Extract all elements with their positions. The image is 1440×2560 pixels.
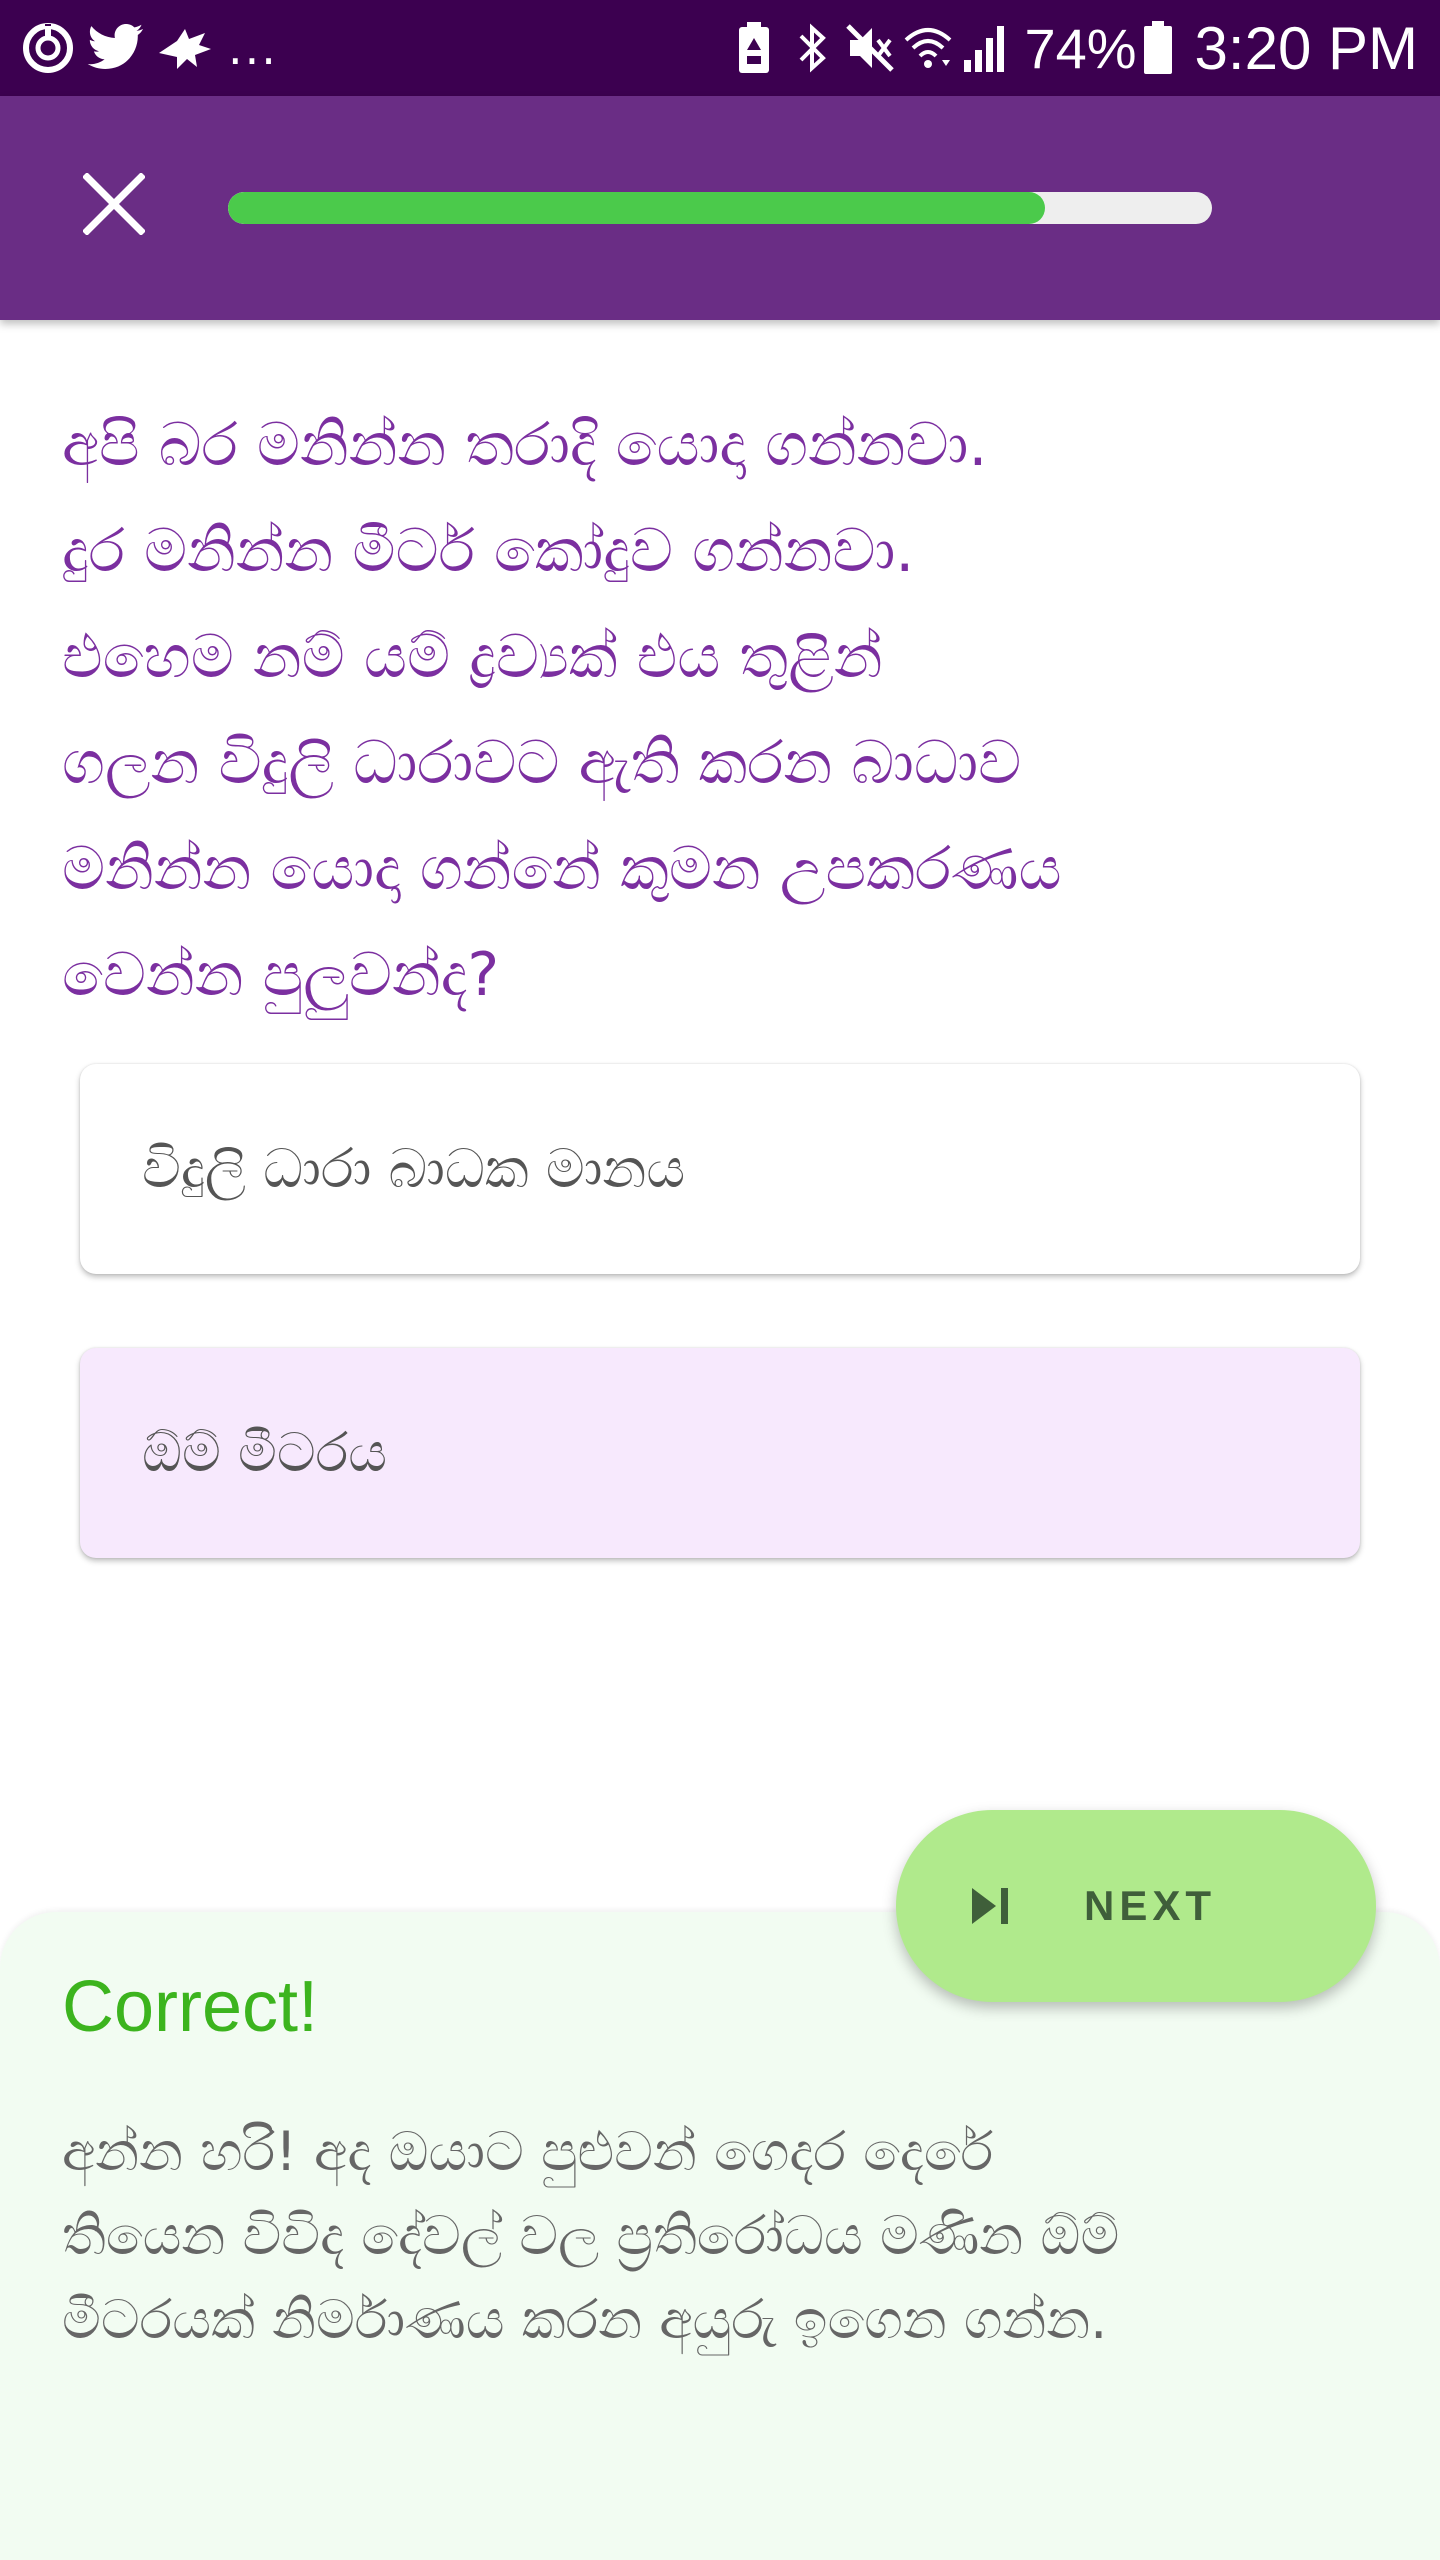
status-bar-notifications: ... <box>18 16 278 80</box>
next-button[interactable]: NEXT <box>896 1810 1376 2002</box>
sync-icon <box>18 18 78 78</box>
clock: 3:20 PM <box>1194 14 1418 82</box>
close-button[interactable] <box>66 156 162 252</box>
progress-bar <box>228 192 1212 224</box>
answer-option-1[interactable]: විදුලි ධාරා බාධක මානය <box>80 1064 1360 1274</box>
battery-saver-icon <box>728 18 780 78</box>
battery-icon <box>1141 18 1175 78</box>
status-bar: ... 74% 3:20 PM <box>0 0 1440 96</box>
answer-option-label: විදුලි ධාරා බාධක මානය <box>142 1137 686 1200</box>
bird-icon <box>154 18 214 78</box>
feedback-text: අන්න හරි! අද ඔයාට පුළුවන් ගෙදර දෙරේ තියෙ… <box>62 2120 1120 2351</box>
skip-next-icon <box>968 1884 1012 1928</box>
status-bar-system: 74% 3:20 PM <box>728 14 1418 82</box>
feedback-title: Correct! <box>62 1967 319 2047</box>
twitter-icon <box>86 18 146 78</box>
answer-option-label: ඕම් මීටරය <box>142 1421 388 1484</box>
mute-icon <box>844 18 896 78</box>
more-notifications: ... <box>228 21 278 75</box>
question-text: අපි බර මනින්න තරාදි යොදා ගන්නවා. දුර මනි… <box>62 410 1062 1010</box>
signal-icon <box>960 18 1012 78</box>
answer-option-2-selected[interactable]: ඕම් මීටරය <box>80 1348 1360 1558</box>
bluetooth-icon <box>786 18 838 78</box>
battery-percentage: 74% <box>1024 16 1137 80</box>
app-screen: ... 74% 3:20 PM අපි බර මනින්න තරාදි යොදා… <box>0 0 1440 2560</box>
close-icon <box>83 173 145 235</box>
lesson-header <box>0 96 1440 320</box>
next-button-label: NEXT <box>1084 1882 1217 1929</box>
progress-bar-fill <box>228 192 1045 224</box>
feedback-panel: Correct! අන්න හරි! අද ඔයාට පුළුවන් ගෙදර … <box>0 1912 1440 2560</box>
wifi-icon <box>902 18 954 78</box>
